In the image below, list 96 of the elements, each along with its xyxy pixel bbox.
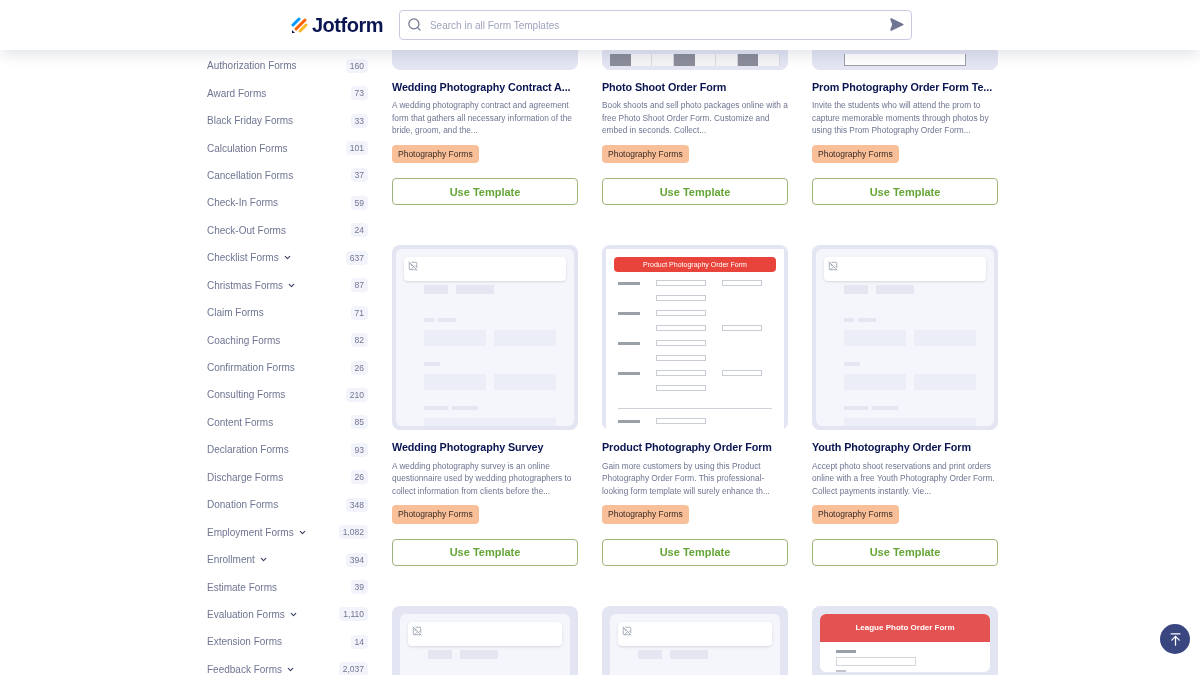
count-badge: 637 bbox=[345, 250, 368, 265]
category-tag[interactable]: Photography Forms bbox=[812, 505, 899, 524]
template-description: Gain more customers by using this Product Photography Order Form. This professional-looking form template will surely enhance th... bbox=[602, 459, 771, 498]
count-badge: 394 bbox=[345, 552, 368, 567]
count-badge: 33 bbox=[350, 113, 368, 128]
category-label: Content Forms bbox=[207, 416, 274, 428]
template-title[interactable]: Photo Shoot Order Form bbox=[602, 79, 788, 96]
count-badge: 26 bbox=[350, 360, 368, 375]
category-label: Employment Forms bbox=[207, 526, 294, 538]
count-badge: 210 bbox=[345, 387, 368, 402]
sidebar-item[interactable]: Donation Forms 348 bbox=[207, 491, 368, 519]
use-template-button[interactable]: Use Template bbox=[812, 178, 998, 206]
count-badge: 39 bbox=[350, 580, 368, 595]
category-label: Evaluation Forms bbox=[207, 608, 285, 620]
sidebar-item[interactable]: Enrollment 394 bbox=[207, 545, 368, 574]
category-label: Donation Forms bbox=[207, 499, 279, 511]
sidebar-item[interactable]: Content Forms 85 bbox=[207, 408, 368, 437]
template-description: Accept photo shoot reservations and print orders online with a free Youth Photography Order Form. Collect payments instantly. Vie... bbox=[812, 459, 996, 498]
category-label: Claim Forms bbox=[207, 307, 264, 319]
category-label: Consulting Forms bbox=[207, 389, 286, 401]
count-badge: 2,037 bbox=[338, 662, 368, 675]
category-label: Authorization Forms bbox=[207, 60, 297, 72]
sidebar-item[interactable]: Confirmation Forms 26 bbox=[207, 353, 368, 382]
use-template-button[interactable]: Use Template bbox=[392, 538, 578, 566]
count-badge: 26 bbox=[350, 470, 368, 485]
count-badge: 82 bbox=[350, 333, 368, 348]
sidebar-item[interactable]: Black Friday Forms 33 bbox=[207, 106, 368, 135]
sidebar-item[interactable]: Check-In Forms 59 bbox=[207, 189, 368, 217]
count-badge: 87 bbox=[350, 278, 368, 293]
category-label: Cancellation Forms bbox=[207, 169, 294, 181]
category-label: Checklist Forms bbox=[207, 252, 279, 264]
use-template-button[interactable]: Use Template bbox=[602, 538, 788, 566]
search-field[interactable]: Search in all Form Templates bbox=[398, 10, 912, 40]
count-badge: 1,082 bbox=[338, 525, 368, 540]
category-label: Award Forms bbox=[207, 87, 267, 99]
count-badge: 348 bbox=[345, 497, 368, 512]
category-label: Estimate Forms bbox=[207, 581, 277, 593]
category-label: Black Friday Forms bbox=[207, 115, 294, 127]
category-label: Calculation Forms bbox=[207, 142, 288, 154]
template-title[interactable]: Prom Photography Order Form Te... bbox=[812, 79, 998, 96]
sidebar-item[interactable]: Estimate Forms 39 bbox=[207, 573, 368, 601]
sidebar-item[interactable]: Authorization Forms 160 bbox=[207, 52, 368, 80]
template-description: Invite the students who will attend the prom to capture memorable moments through photos by using this Prom Photography Order Form... bbox=[812, 99, 990, 137]
count-badge: 37 bbox=[350, 168, 368, 183]
template-title[interactable]: Wedding Photography Contract A... bbox=[392, 79, 578, 96]
category-label: Coaching Forms bbox=[207, 334, 281, 346]
sidebar-item[interactable]: Evaluation Forms 1,110 bbox=[207, 600, 368, 629]
count-badge: 160 bbox=[345, 58, 368, 73]
count-badge: 73 bbox=[350, 86, 368, 101]
category-tag[interactable]: Photography Forms bbox=[602, 144, 689, 164]
sidebar-item[interactable]: Employment Forms 1,082 bbox=[207, 518, 368, 546]
count-badge: 14 bbox=[350, 634, 368, 649]
count-badge: 1,110 bbox=[339, 607, 368, 622]
sidebar-item[interactable]: Check-Out Forms 24 bbox=[207, 216, 368, 245]
category-tag[interactable]: Photography Forms bbox=[812, 144, 899, 164]
use-template-button[interactable]: Use Template bbox=[812, 538, 998, 566]
category-tag[interactable]: Photography Forms bbox=[392, 144, 479, 164]
category-label: Christmas Forms bbox=[207, 279, 284, 291]
template-title[interactable]: Youth Photography Order Form bbox=[812, 439, 998, 456]
sidebar-item[interactable]: Cancellation Forms 37 bbox=[207, 161, 368, 190]
logo-wordmark: Jotform bbox=[312, 13, 383, 38]
sidebar-item[interactable]: Extension Forms 14 bbox=[207, 628, 368, 656]
category-label: Feedback Forms bbox=[207, 663, 283, 675]
category-label: Discharge Forms bbox=[207, 471, 284, 483]
sidebar-item[interactable]: Discharge Forms 26 bbox=[207, 463, 368, 491]
count-badge: 59 bbox=[350, 195, 368, 210]
template-description: A wedding photography survey is an online questionnaire used by wedding photographers to collect information from clients before the... bbox=[392, 459, 573, 498]
sidebar-item[interactable]: Award Forms 73 bbox=[207, 79, 368, 107]
sidebar-item[interactable]: Checklist Forms 637 bbox=[207, 244, 368, 272]
sidebar-item[interactable]: Declaration Forms 93 bbox=[207, 436, 368, 464]
category-label: Check-In Forms bbox=[207, 197, 279, 209]
count-badge: 24 bbox=[350, 223, 368, 238]
category-label: Extension Forms bbox=[207, 636, 283, 648]
template-title[interactable]: Wedding Photography Survey bbox=[392, 439, 578, 456]
sidebar-item[interactable]: Claim Forms 71 bbox=[207, 298, 368, 327]
category-label: Check-Out Forms bbox=[207, 224, 286, 236]
use-template-button[interactable]: Use Template bbox=[392, 178, 578, 206]
count-badge: 71 bbox=[350, 305, 368, 320]
template-title[interactable]: Product Photography Order Form bbox=[602, 439, 788, 456]
category-label: Confirmation Forms bbox=[207, 362, 295, 374]
category-label: Enrollment bbox=[207, 554, 255, 566]
count-badge: 85 bbox=[350, 415, 368, 430]
count-badge: 93 bbox=[350, 442, 368, 457]
sidebar-item[interactable]: Coaching Forms 82 bbox=[207, 326, 368, 354]
template-description: A wedding photography contract and agreement form that gathers all necessary information of the bride, groom, and the... bbox=[392, 99, 573, 137]
category-tag[interactable]: Photography Forms bbox=[602, 505, 689, 524]
form-heading: League Photo Order Form bbox=[820, 613, 990, 642]
count-badge: 101 bbox=[345, 141, 368, 156]
sidebar-item[interactable]: Consulting Forms 210 bbox=[207, 381, 368, 409]
category-label: Declaration Forms bbox=[207, 444, 289, 456]
sidebar-item[interactable]: Christmas Forms 87 bbox=[207, 271, 368, 299]
sidebar-item[interactable]: Calculation Forms 101 bbox=[207, 134, 368, 162]
use-template-button[interactable]: Use Template bbox=[602, 178, 788, 206]
template-description: Book shoots and sell photo packages online with a free Photo Shoot Order Form. Customize and embed in seconds. Collect... bbox=[602, 99, 788, 137]
category-tag[interactable]: Photography Forms bbox=[392, 505, 479, 524]
sidebar-item[interactable]: Feedback Forms 2,037 bbox=[207, 655, 368, 675]
